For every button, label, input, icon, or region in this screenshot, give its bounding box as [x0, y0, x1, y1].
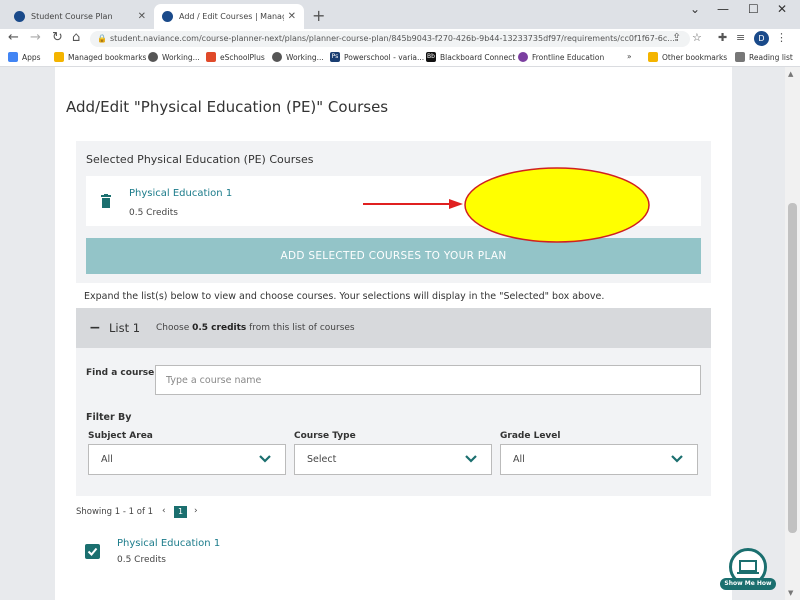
course-list-box: − List 1 Choose 0.5 credits from this li…	[76, 308, 711, 496]
bookmark-powerschool[interactable]: Ps Powerschool - varia...	[330, 52, 424, 62]
minimize-icon[interactable]: —	[717, 2, 729, 16]
address-bar-row: ← → ↻ ⌂ student.naviance.com/course-plan…	[0, 29, 800, 49]
list-description: Choose 0.5 credits from this list of cou…	[156, 323, 355, 333]
tab-search-icon[interactable]: ⌄	[690, 2, 700, 16]
url-field[interactable]: student.naviance.com/course-planner-next…	[90, 31, 690, 47]
result-course-credits: 0.5 Credits	[117, 555, 166, 565]
subject-area-label: Subject Area	[88, 431, 153, 441]
bookmark-reading-list[interactable]: Reading list	[735, 52, 793, 62]
eschoolplus-icon	[206, 52, 216, 62]
tab-close-icon[interactable]: ✕	[138, 11, 146, 22]
menu-icon[interactable]: ⋮	[776, 31, 787, 44]
bookmark-eschoolplus[interactable]: eSchoolPlus	[206, 52, 265, 62]
scroll-down-icon[interactable]: ▼	[788, 589, 793, 597]
reading-list-icon	[735, 52, 745, 62]
show-me-how-button[interactable]: Show Me How	[720, 548, 776, 590]
profile-avatar[interactable]: D	[754, 31, 769, 46]
page-scrollbar[interactable]: ▲ ▼	[785, 67, 800, 600]
globe-icon	[148, 52, 158, 62]
bookmark-other[interactable]: Other bookmarks	[648, 52, 727, 62]
blackboard-icon: Bb	[426, 52, 436, 62]
bookmark-blackboard[interactable]: Bb Blackboard Connect	[426, 52, 515, 62]
chevron-down-icon	[465, 455, 477, 463]
results-count: Showing 1 - 1 of 1	[76, 507, 154, 517]
previous-page-icon[interactable]: ‹	[162, 506, 166, 516]
page-viewport: Add/Edit "Physical Education (PE)" Cours…	[0, 67, 800, 600]
course-type-select[interactable]: Select	[294, 444, 492, 475]
next-page-icon[interactable]: ›	[194, 506, 198, 516]
subject-area-select[interactable]: All	[88, 444, 286, 475]
naviance-favicon-icon	[14, 11, 25, 22]
bookmark-frontline[interactable]: Frontline Education	[518, 52, 604, 62]
bookmark-managed[interactable]: Managed bookmarks	[54, 52, 146, 62]
scroll-up-icon[interactable]: ▲	[788, 70, 793, 78]
globe-icon	[272, 52, 282, 62]
back-icon[interactable]: ←	[8, 30, 19, 45]
chevron-down-icon	[671, 455, 683, 463]
selected-course-name[interactable]: Physical Education 1	[129, 188, 232, 199]
instructions-text: Expand the list(s) below to view and cho…	[84, 291, 605, 302]
maximize-icon[interactable]: ☐	[748, 2, 759, 16]
folder-icon	[648, 52, 658, 62]
chevron-down-icon	[259, 455, 271, 463]
find-course-input[interactable]	[155, 365, 701, 395]
trash-icon[interactable]	[101, 194, 111, 208]
star-icon[interactable]: ☆	[692, 31, 702, 44]
list-title: List 1	[109, 321, 141, 335]
naviance-favicon-icon	[162, 11, 173, 22]
checkmark-icon	[87, 547, 98, 556]
tab-title: Add / Edit Courses | Manage Co...	[179, 12, 284, 21]
find-course-label: Find a course	[86, 368, 155, 378]
bookmark-overflow[interactable]: »	[627, 52, 632, 61]
extensions-icon[interactable]: ✚	[718, 31, 727, 44]
close-window-icon[interactable]: ✕	[777, 2, 787, 16]
powerschool-icon: Ps	[330, 52, 340, 62]
course-checkbox[interactable]	[85, 544, 100, 559]
show-me-how-label: Show Me How	[720, 578, 776, 590]
new-tab-icon[interactable]: +	[312, 6, 325, 25]
annotation-arrow	[363, 199, 463, 209]
browser-tab-bar: Student Course Plan ✕ Add / Edit Courses…	[0, 0, 800, 29]
reading-list-icon[interactable]: ≡	[736, 31, 745, 44]
selected-courses-heading: Selected Physical Education (PE) Courses	[86, 153, 314, 166]
result-course-name[interactable]: Physical Education 1	[117, 538, 220, 549]
course-type-label: Course Type	[294, 431, 356, 441]
tab-student-course-plan[interactable]: Student Course Plan ✕	[6, 4, 154, 29]
tab-close-icon[interactable]: ✕	[288, 11, 296, 22]
grade-level-label: Grade Level	[500, 431, 561, 441]
frontline-icon	[518, 52, 528, 62]
tab-add-edit-courses[interactable]: Add / Edit Courses | Manage Co... ✕	[154, 4, 304, 29]
grade-level-select[interactable]: All	[500, 444, 698, 475]
list-header[interactable]: − List 1 Choose 0.5 credits from this li…	[76, 308, 711, 348]
tab-title: Student Course Plan	[31, 12, 113, 21]
annotation-oval	[464, 167, 650, 243]
forward-icon[interactable]: →	[30, 30, 41, 45]
page-title: Add/Edit "Physical Education (PE)" Cours…	[66, 98, 389, 116]
lock-icon[interactable]: 🔒	[97, 34, 107, 43]
bookmark-working-2[interactable]: Working...	[272, 52, 324, 62]
share-icon[interactable]: ⇪	[672, 31, 681, 44]
bookmarks-bar: Apps Managed bookmarks Working... eSchoo…	[0, 49, 800, 67]
bookmark-apps[interactable]: Apps	[8, 52, 41, 62]
bookmark-working-1[interactable]: Working...	[148, 52, 200, 62]
current-page-button[interactable]: 1	[174, 506, 187, 518]
reload-icon[interactable]: ↻	[52, 30, 63, 45]
home-icon[interactable]: ⌂	[72, 30, 80, 45]
folder-icon	[54, 52, 64, 62]
collapse-icon[interactable]: −	[89, 320, 101, 336]
selected-course-credits: 0.5 Credits	[129, 208, 178, 218]
scroll-thumb[interactable]	[788, 203, 797, 533]
course-edit-panel: Add/Edit "Physical Education (PE)" Cours…	[55, 67, 732, 600]
filter-by-label: Filter By	[86, 412, 132, 423]
apps-grid-icon	[8, 52, 18, 62]
